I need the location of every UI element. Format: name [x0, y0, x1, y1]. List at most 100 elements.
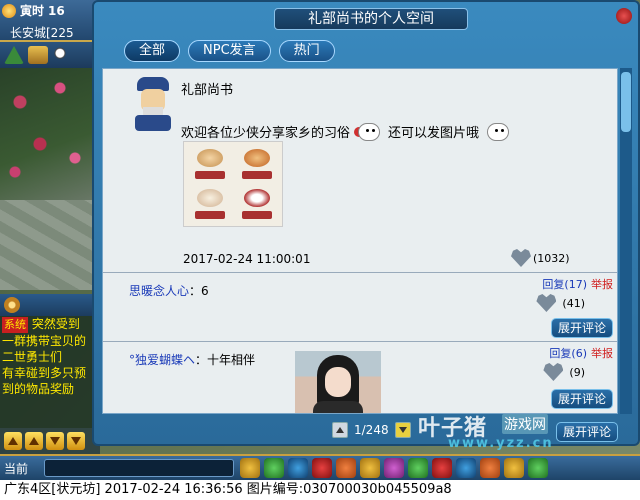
shop-icon[interactable] [480, 458, 500, 478]
arrow-up-icon[interactable] [4, 46, 24, 64]
food-image-3 [187, 185, 232, 223]
reply-like[interactable]: (41) [536, 294, 585, 312]
reply-item: 思暖念人心：6 回复(17) 举报 (41) 展开评论 [103, 274, 617, 342]
chat-line: 一群携带宝贝的 [2, 334, 87, 348]
chat-line: 有幸碰到多只预 [2, 366, 87, 380]
personal-space-dialog: 礼部尚书的个人空间 全部 NPC发言 热门 礼部尚书 欢迎各位少侠分享家乡的习俗… [92, 0, 640, 446]
sword-icon[interactable] [288, 458, 308, 478]
quest-icon[interactable] [360, 458, 380, 478]
chat-line: 二世勇士们 [2, 350, 63, 364]
reply-photo[interactable] [295, 351, 381, 413]
status-bar: 广东4区[状元坊] 2017-02-24 16:36:56 图片编号:03070… [0, 480, 640, 500]
page-indicator: 1/248 [354, 423, 389, 437]
main-post: 礼部尚书 欢迎各位少侠分享家乡的习俗 还可以发图片哦 2017-02-24 11… [103, 69, 617, 273]
tab-hot[interactable]: 热门 [278, 40, 335, 62]
channel-label[interactable]: 当前 [0, 460, 44, 477]
food-image-1 [187, 145, 232, 183]
book-icon[interactable] [28, 46, 48, 64]
gift-icon[interactable] [432, 458, 452, 478]
reply-message: 6 [201, 284, 209, 298]
prev-page-button[interactable] [332, 422, 348, 438]
food-image-2 [234, 145, 279, 183]
reply-link[interactable]: 回复(17) [542, 278, 587, 291]
post-datetime: 2017-02-24 11:00:01 [183, 252, 311, 266]
expand-comments-button[interactable]: 展开评论 [550, 389, 613, 409]
tab-npc[interactable]: NPC发言 [188, 40, 271, 62]
friend-icon[interactable] [408, 458, 428, 478]
heart-icon[interactable] [536, 294, 557, 312]
stone-path [0, 200, 100, 290]
reply-line: °独爱蝴蝶ヘ：十年相伴 [129, 353, 256, 367]
emoji-icon [483, 119, 513, 143]
tab-bar: 全部 NPC发言 热门 [124, 40, 335, 62]
post-author[interactable]: 礼部尚书 [181, 79, 233, 98]
chat-line: 到的物品奖励 [2, 382, 75, 396]
post-like[interactable]: (1032) [511, 249, 570, 267]
map-name: 长安城[225 [10, 26, 74, 40]
scrollbar[interactable] [620, 68, 632, 414]
skill-icon[interactable] [336, 458, 356, 478]
reply-like-count: (41) [562, 296, 585, 310]
dialog-title: 礼部尚书的个人空间 [274, 8, 468, 30]
food-image-4 [234, 185, 279, 223]
pet-icon[interactable] [264, 458, 284, 478]
post-text: 欢迎各位少侠分享家乡的习俗 还可以发图片哦 [181, 119, 513, 143]
reply-line: 思暖念人心：6 [129, 284, 209, 298]
arrow-up-icon[interactable] [4, 432, 22, 450]
reply-like[interactable]: (9) [543, 363, 585, 381]
feed-content: 礼部尚书 欢迎各位少侠分享家乡的习俗 还可以发图片哦 2017-02-24 11… [102, 68, 618, 414]
heart-icon[interactable] [511, 249, 531, 267]
magnifier-icon[interactable] [52, 46, 72, 64]
system-tag: 系统 [2, 317, 28, 333]
chat-input[interactable] [44, 459, 234, 477]
reply-user[interactable]: 思暖念人心 [129, 284, 189, 298]
traffic-light-icon[interactable] [240, 458, 260, 478]
chat-arrow-row [0, 428, 100, 454]
emoji-icon [354, 119, 384, 143]
chat-line: 系统 突然受到 [0, 316, 100, 333]
post-text-before: 欢迎各位少侠分享家乡的习俗 [181, 125, 351, 141]
reply-link[interactable]: 回复(6) [549, 347, 587, 360]
pager: 1/248 [332, 422, 411, 438]
reply-meta: 回复(6) 举报 [549, 345, 613, 361]
bag-icon[interactable] [312, 458, 332, 478]
chat-text: 突然受到 [31, 317, 80, 331]
time-indicator: 寅时 16 [2, 2, 65, 19]
next-page-button[interactable] [394, 422, 411, 438]
hud-icon-bar [0, 42, 100, 68]
npc-avatar[interactable] [131, 77, 175, 131]
post-text-after: 还可以发图片哦 [388, 125, 480, 141]
reply-like-count: (9) [569, 365, 585, 379]
tab-all[interactable]: 全部 [124, 40, 181, 62]
garden-scene [0, 60, 100, 200]
chat-panel: 系统 突然受到 一群携带宝贝的 二世勇士们 有幸碰到多只预 到的物品奖励 [0, 294, 100, 428]
scrollbar-thumb[interactable] [621, 72, 631, 132]
report-link[interactable]: 举报 [591, 347, 613, 360]
reply-item: °独爱蝴蝶ヘ：十年相伴 回复(6) 举报 (9) 展开评论 [103, 343, 617, 413]
reply-user[interactable]: °独爱蝴蝶ヘ [129, 353, 195, 367]
heart-icon[interactable] [543, 363, 564, 381]
system-icon[interactable] [528, 458, 548, 478]
gear-icon[interactable] [4, 297, 20, 313]
post-image[interactable] [183, 141, 283, 227]
reply-message: 十年相伴 [207, 353, 256, 367]
mail-icon[interactable] [456, 458, 476, 478]
sun-icon [2, 3, 16, 18]
time-label: 寅时 [20, 4, 45, 18]
time-num: 16 [48, 3, 65, 18]
team-icon[interactable] [384, 458, 404, 478]
chat-header [0, 294, 100, 316]
expand-comments-button[interactable]: 展开评论 [550, 318, 613, 338]
arrow-down-icon[interactable] [46, 432, 64, 450]
hud-top: 寅时 16 长安城[225 [0, 0, 100, 42]
game-toolbar: 当前 [0, 454, 640, 480]
arrow-down-icon[interactable] [67, 432, 85, 450]
post-like-count: (1032) [533, 251, 570, 265]
peach-icon[interactable] [504, 458, 524, 478]
report-link[interactable]: 举报 [591, 278, 613, 291]
reply-meta: 回复(17) 举报 [542, 276, 613, 292]
arrow-up-icon[interactable] [25, 432, 43, 450]
close-icon[interactable] [616, 8, 632, 24]
expand-comments-button[interactable]: 展开评论 [555, 422, 618, 442]
toolbar-icons [240, 458, 548, 478]
